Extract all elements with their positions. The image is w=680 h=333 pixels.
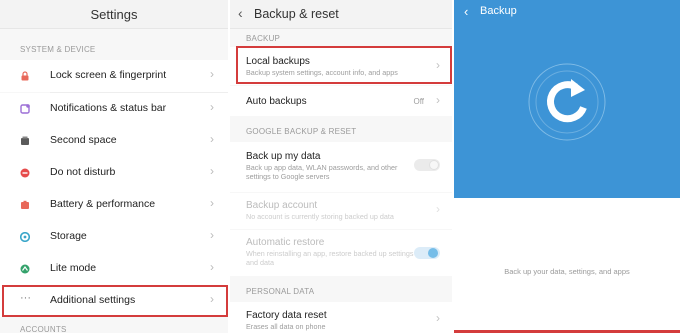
section-label-personal: PERSONAL DATA — [246, 287, 315, 296]
settings-header: Settings — [0, 0, 228, 29]
chevron-right-icon: › — [436, 202, 440, 216]
settings-item-label: Storage — [50, 230, 87, 242]
page-title: Settings — [90, 7, 138, 22]
settings-item-notifications[interactable]: Notifications & status bar › — [0, 93, 228, 125]
section-label-backup: BACKUP — [246, 34, 281, 43]
settings-item-label: Second space — [50, 134, 117, 146]
lite-mode-icon — [20, 264, 30, 274]
back-arrow-icon[interactable]: ‹ — [238, 5, 243, 21]
settings-item-label: Do not disturb — [50, 166, 116, 178]
highlight-box — [236, 46, 452, 84]
back-arrow-icon[interactable]: ‹ — [464, 4, 468, 19]
item-subtitle: No account is currently storing backed u… — [246, 212, 394, 221]
auto-backups-item[interactable]: Auto backups Off › — [230, 86, 452, 116]
section-label-google: GOOGLE BACKUP & RESET — [246, 127, 357, 136]
chevron-right-icon: › — [210, 260, 214, 274]
item-subtitle: Erases all data on phone — [246, 322, 326, 331]
toggle-knob — [429, 160, 439, 170]
notification-icon — [20, 104, 30, 114]
settings-item-label: Notifications & status bar — [50, 102, 167, 114]
backup-panel: ‹ Backup Back up your data, settings, an… — [454, 0, 680, 333]
chevron-right-icon: › — [210, 67, 214, 81]
item-title: Factory data reset — [246, 310, 327, 321]
settings-item-lock-screen[interactable]: Lock screen & fingerprint › — [0, 60, 228, 92]
settings-item-lite-mode[interactable]: Lite mode › — [0, 253, 228, 285]
backup-sync-icon — [528, 63, 606, 141]
item-subtitle: Back up app data, WLAN passwords, and ot… — [246, 163, 398, 181]
backup-account-item[interactable]: Backup account No account is currently s… — [230, 193, 452, 229]
settings-item-second-space[interactable]: Second space › — [0, 125, 228, 157]
chevron-right-icon: › — [436, 93, 440, 107]
item-title: Auto backups — [246, 96, 307, 107]
settings-item-label: Battery & performance — [50, 198, 156, 210]
page-title: Backup & reset — [254, 7, 339, 21]
settings-item-storage[interactable]: Storage › — [0, 221, 228, 253]
back-up-my-data-item[interactable]: Back up my data Back up app data, WLAN p… — [230, 142, 452, 192]
backup-reset-panel: ‹ Backup & reset BACKUP Local backups Ba… — [230, 0, 452, 333]
chevron-right-icon: › — [210, 164, 214, 178]
settings-item-label: Lock screen & fingerprint — [50, 69, 167, 81]
section-label-accounts: ACCOUNTS — [20, 325, 67, 333]
auto-backups-value: Off — [413, 97, 424, 106]
page-title: Backup — [480, 5, 517, 17]
lock-icon — [21, 71, 29, 81]
storage-icon — [20, 232, 30, 242]
highlight-box — [2, 285, 228, 317]
item-title: Backup account — [246, 200, 318, 211]
factory-reset-item[interactable]: Factory data reset Erases all data on ph… — [230, 302, 452, 333]
automatic-restore-toggle[interactable] — [414, 247, 440, 259]
section-label-system-device: SYSTEM & DEVICE — [20, 45, 96, 54]
chevron-right-icon: › — [210, 228, 214, 242]
battery-icon — [21, 200, 29, 209]
moon-icon — [20, 168, 30, 178]
backup-description: Back up your data, settings, and apps — [504, 267, 630, 276]
second-space-icon — [21, 136, 29, 145]
settings-item-label: Lite mode — [50, 262, 97, 274]
toggle-knob — [428, 248, 438, 258]
back-up-data-toggle[interactable] — [414, 159, 440, 171]
chevron-right-icon: › — [210, 132, 214, 146]
chevron-right-icon: › — [210, 196, 214, 210]
settings-item-do-not-disturb[interactable]: Do not disturb › — [0, 157, 228, 189]
item-subtitle: When reinstalling an app, restore backed… — [246, 249, 414, 267]
settings-item-battery[interactable]: Battery & performance › — [0, 189, 228, 221]
settings-panel: Settings SYSTEM & DEVICE Lock screen & f… — [0, 0, 228, 333]
item-title: Back up my data — [246, 151, 321, 162]
item-title: Automatic restore — [246, 237, 325, 248]
chevron-right-icon: › — [436, 311, 440, 325]
automatic-restore-item[interactable]: Automatic restore When reinstalling an a… — [230, 230, 452, 276]
chevron-right-icon: › — [210, 100, 214, 114]
backup-hero: ‹ Backup — [454, 0, 680, 198]
backup-reset-header: ‹ Backup & reset — [230, 0, 452, 29]
